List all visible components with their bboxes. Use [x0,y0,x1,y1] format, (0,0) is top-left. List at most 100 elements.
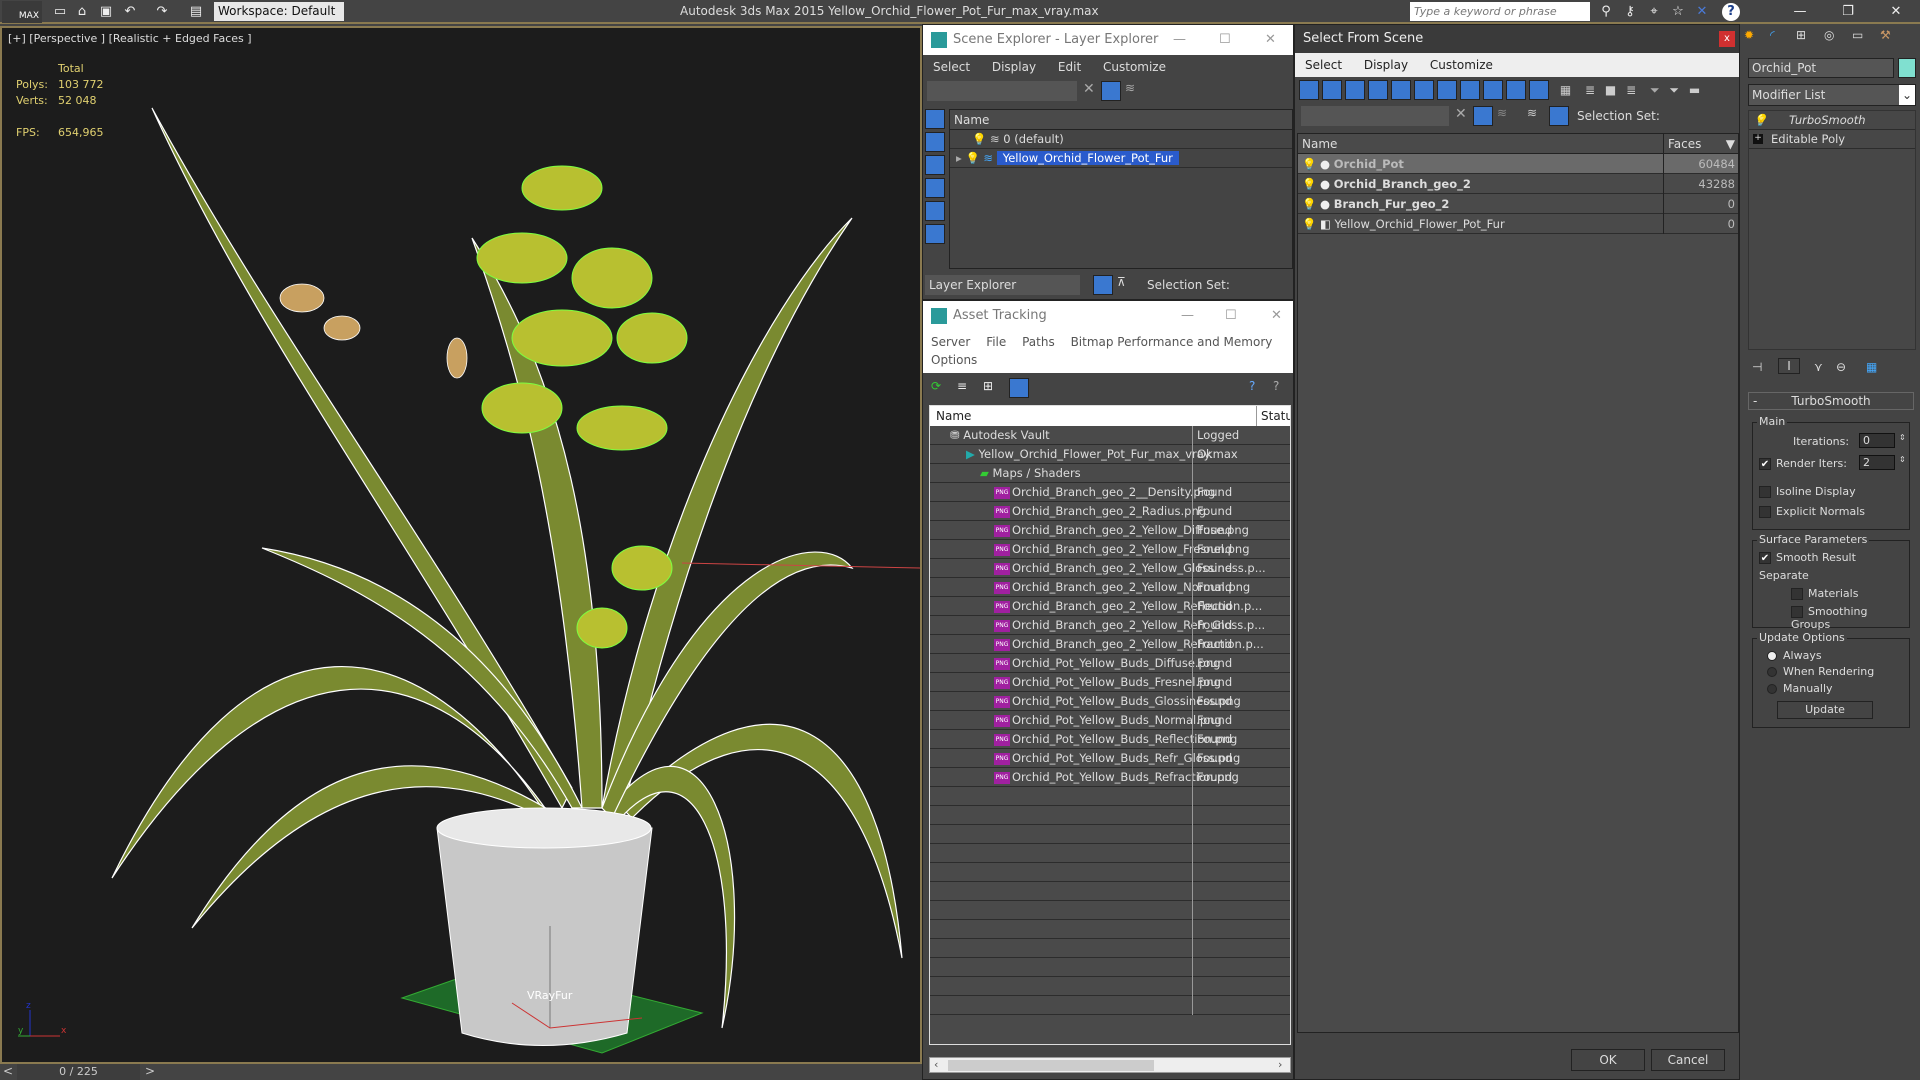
hidden-filter-icon[interactable]: ▦ [1560,83,1571,97]
tree-view-icon[interactable]: ⊞ [983,379,993,393]
smoothing-groups-checkbox[interactable]: Smoothing Groups [1791,605,1909,631]
list-view-icon[interactable]: ≡ [957,379,967,393]
app-logo[interactable]: MAX [2,1,42,23]
table-view-icon[interactable] [1009,378,1029,398]
help-icon[interactable]: ? [1249,379,1255,393]
expand-arrow-icon[interactable]: ▸ [956,151,962,165]
cameras-filter-icon[interactable] [1368,80,1388,100]
modifier-list-dropdown[interactable]: Modifier List ⌄ [1748,84,1916,106]
modify-tab-icon[interactable]: ◜ [1770,28,1775,42]
asset-row[interactable]: ⛃ Autodesk Vault Logged [930,426,1290,445]
asset-row[interactable]: PNG Orchid_Branch_geo_2_Yellow_Refr_Gloss… [930,616,1290,635]
turbosmooth-rollout-header[interactable]: - TurboSmooth [1748,392,1914,410]
project-folder-icon[interactable]: ▤ [186,3,206,21]
menu-select[interactable]: Select [1305,58,1342,72]
clear-find-icon[interactable]: ✕ [1083,81,1095,97]
favorites-star-icon[interactable]: ☆ [1668,3,1688,21]
redo-icon[interactable]: ↷ [152,3,172,21]
filter-icon[interactable] [1101,81,1121,101]
minimize-icon[interactable]: — [1790,3,1810,21]
open-file-icon[interactable]: ⌂ [72,3,92,21]
scroll-left-icon[interactable]: ‹ [934,1058,938,1071]
xrefs-filter-icon[interactable] [1460,80,1480,100]
communication-icon[interactable]: ⌖ [1644,3,1664,21]
time-slider[interactable]: < 0 / 225 > [0,1064,922,1080]
object-row[interactable]: 💡 ● Branch_Fur_geo_2 0 [1298,194,1738,214]
asset-tracking-titlebar[interactable]: Asset Tracking — ☐ ✕ [923,301,1293,331]
minimize-icon[interactable]: — [1173,25,1186,55]
close-icon[interactable]: ✕ [1265,25,1276,55]
column-header-name[interactable]: Name [1302,137,1337,151]
helpers-filter-icon[interactable] [925,201,945,221]
column-header-name[interactable]: Name [930,409,971,423]
lightbulb-icon[interactable]: 💡 [972,132,986,146]
containers-filter-icon[interactable] [1506,80,1526,100]
object-row[interactable]: 💡 ◧ Yellow_Orchid_Flower_Pot_Fur 0 [1298,214,1738,234]
collapse-icon[interactable]: ▬ [1689,83,1700,97]
create-tab-icon[interactable]: ✹ [1744,28,1754,42]
menu-bitmap-performance[interactable]: Bitmap Performance and Memory [1071,335,1273,349]
asset-row[interactable]: PNG Orchid_Pot_Yellow_Buds_Refraction.png… [930,768,1290,787]
stack-item-turbosmooth[interactable]: 💡 TurboSmooth [1749,111,1915,130]
column-header-name[interactable]: Name [950,110,1292,130]
menu-customize[interactable]: Customize [1430,58,1493,72]
object-name-input[interactable]: Orchid_Pot [1748,58,1894,78]
spacewarps-filter-icon[interactable] [925,224,945,244]
layers-mode-icon[interactable]: ≋ [1527,106,1537,120]
layer-settings-icon[interactable]: ≋ [1497,106,1507,120]
menu-file[interactable]: File [986,335,1006,349]
select-invert-icon[interactable]: ≣ [1626,83,1636,97]
menu-server[interactable]: Server [931,335,970,349]
menu-display[interactable]: Display [992,60,1036,74]
menu-paths[interactable]: Paths [1022,335,1055,349]
object-row[interactable]: 💡 ● Orchid_Pot 60484 [1298,154,1738,174]
make-unique-icon[interactable]: ⋎ [1814,360,1823,374]
asset-row[interactable]: PNG Orchid_Pot_Yellow_Buds_Reflection.png… [930,730,1290,749]
exchange-icon[interactable]: ✕ [1692,3,1712,21]
motion-tab-icon[interactable]: ◎ [1824,28,1834,42]
perspective-viewport[interactable]: [+] [Perspective ] [Realistic + Edged Fa… [0,26,922,1064]
asset-row[interactable]: PNG Orchid_Pot_Yellow_Buds_Fresnel.png Fou… [930,673,1290,692]
menu-customize[interactable]: Customize [1103,60,1166,74]
bones-filter-icon[interactable] [1483,80,1503,100]
asset-row[interactable]: PNG Orchid_Pot_Yellow_Buds_Glossiness.png… [930,692,1290,711]
filter-icon[interactable] [1473,106,1493,126]
select-from-scene-titlebar[interactable]: Select From Scene x [1295,25,1739,53]
asset-row[interactable]: PNG Orchid_Branch_geo_2_Yellow_Normal.png… [930,578,1290,597]
maximize-icon[interactable]: ☐ [1225,301,1237,331]
asset-row[interactable]: PNG Orchid_Pot_Yellow_Buds_Normal.png Foun… [930,711,1290,730]
iterations-spinner[interactable]: 0 [1859,433,1895,448]
new-file-icon[interactable]: ▭ [50,3,70,21]
column-header-faces[interactable]: Faces ▼ [1663,134,1739,154]
always-radio[interactable]: Always [1767,649,1822,662]
materials-checkbox[interactable]: Materials [1791,587,1858,600]
asset-row[interactable]: ▰ Maps / Shaders [930,464,1290,483]
layer-row[interactable]: ▸ 💡 ≋ Yellow_Orchid_Flower_Pot_Fur [950,149,1292,168]
stack-item-editable-poly[interactable]: + Editable Poly [1749,130,1915,149]
asset-row[interactable]: PNG Orchid_Branch_geo_2__Density.png Found [930,483,1290,502]
refresh-icon[interactable]: ⟳ [931,379,941,393]
shapes-filter-icon[interactable] [925,132,945,152]
help-icon[interactable]: ? [1722,3,1740,21]
scroll-right-icon[interactable]: › [1278,1058,1282,1071]
keyword-search-input[interactable]: Type a keyword or phrase [1410,2,1590,21]
close-icon[interactable]: ✕ [1886,3,1906,21]
menu-edit[interactable]: Edit [1058,60,1081,74]
workspace-dropdown[interactable]: Workspace: Default [214,2,344,21]
asset-row[interactable]: PNG Orchid_Pot_Yellow_Buds_Refr_Gloss.png… [930,749,1290,768]
layer-settings-icon[interactable]: ≋ [1125,81,1135,95]
time-prev-button[interactable]: < [0,1064,16,1080]
asset-row[interactable]: PNG Orchid_Pot_Yellow_Buds_Diffuse.png Fou… [930,654,1290,673]
frozen-filter-icon[interactable] [1529,80,1549,100]
time-next-button[interactable]: > [142,1064,158,1080]
hierarchy-tab-icon[interactable]: ⊞ [1796,28,1806,42]
lightbulb-icon[interactable]: 💡 [965,151,979,165]
spinner-arrows-icon[interactable]: ⇕ [1899,433,1906,442]
hierarchy-mode-icon[interactable]: ⊼ [1117,275,1126,289]
select-all-icon[interactable]: ≣ [1585,83,1595,97]
binoculars-icon[interactable]: ⚲ [1596,3,1616,21]
lights-filter-icon[interactable] [925,155,945,175]
remove-modifier-icon[interactable]: ⊖ [1836,360,1846,374]
lightbulb-icon[interactable]: 💡 [1302,177,1316,191]
menu-options[interactable]: Options [931,353,977,367]
